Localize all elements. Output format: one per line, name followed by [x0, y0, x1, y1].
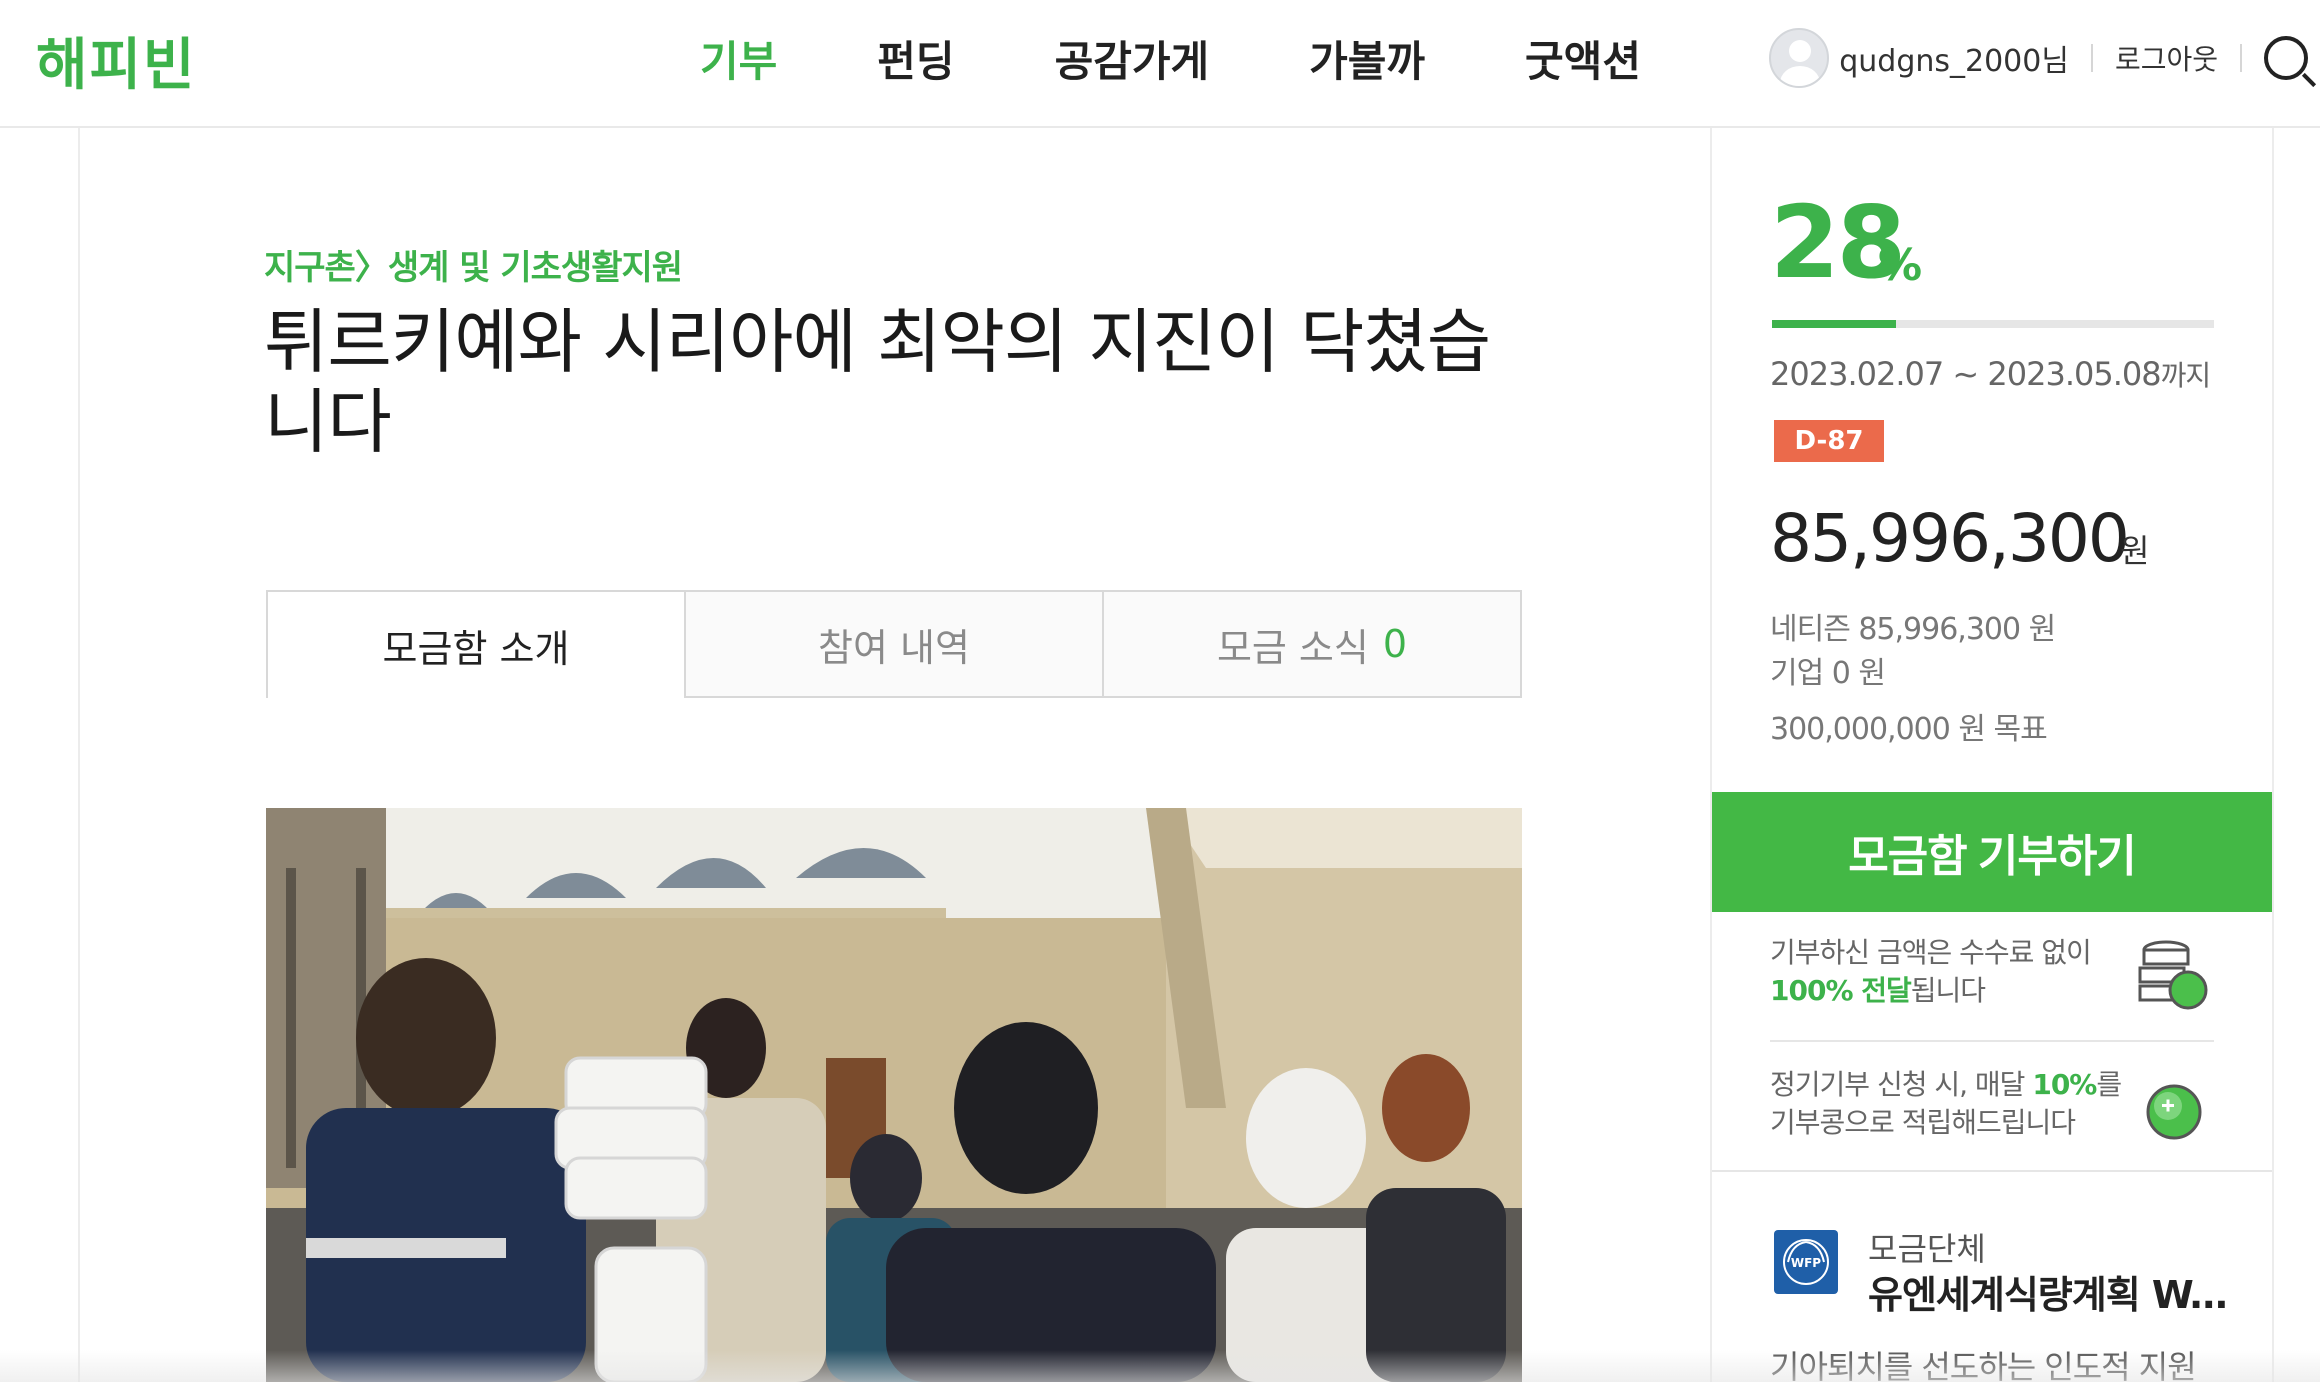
tab-bar: 모금함 소개 참여 내역 모금 소식 0 [266, 590, 1522, 698]
tab-label: 모금함 소개 [382, 626, 570, 671]
top-header: 해피빈 기부 펀딩 공감가게 가볼까 굿액션 qudgns_2000님 로그아웃 [0, 0, 2320, 128]
nav-item-empathy-store[interactable]: 공감가게 [1055, 28, 1210, 89]
nav-item-good-action[interactable]: 굿액션 [1525, 28, 1641, 89]
company-amount: 기업 0 원 [1770, 656, 1886, 691]
divider [1712, 1170, 2272, 1172]
bean-coin-plus-icon [2146, 1084, 2202, 1140]
donate-button[interactable]: 모금함 기부하기 [1712, 792, 2272, 912]
nav-item-lets-go[interactable]: 가볼까 [1309, 28, 1425, 89]
benefit-highlight: 10% [2032, 1068, 2097, 1101]
percent-unit: % [1878, 240, 1923, 291]
wfp-logo[interactable]: WFP [1774, 1230, 1838, 1294]
progress-fill [1772, 320, 1896, 328]
benefit-text: 정기기부 신청 시, 매달 [1770, 1068, 2033, 1101]
benefit-text: 를 [2096, 1068, 2122, 1101]
tab-label: 참여 내역 [818, 625, 970, 670]
raised-amount: 85,996,300 [1770, 500, 2130, 577]
period-dates: 2023.02.07 ~ 2023.05.08 [1770, 355, 2162, 393]
news-count: 0 [1382, 622, 1408, 666]
logout-link[interactable]: 로그아웃 [2115, 38, 2218, 78]
avatar[interactable] [1769, 28, 1830, 88]
divider [2240, 44, 2242, 72]
user-utility: qudgns_2000님 로그아웃 [1769, 26, 2320, 90]
username[interactable]: qudgns_2000님 [1839, 36, 2069, 80]
breadcrumb[interactable]: 지구촌〉생계 및 기초생활지원 [264, 240, 683, 289]
wfp-emblem-icon: WFP [1783, 1239, 1829, 1285]
benefit-highlight: 100% 전달 [1770, 974, 1912, 1007]
donation-summary-panel: 28 % 2023.02.07 ~ 2023.05.08까지 D-87 85,9… [1712, 128, 2274, 1382]
page-title: 튀르키예와 시리아에 최악의 지진이 닥쳤습니다 [264, 301, 1491, 463]
tab-participation[interactable]: 참여 내역 [686, 590, 1104, 698]
nav-item-funding[interactable]: 펀딩 [877, 28, 954, 89]
tab-news[interactable]: 모금 소식 0 [1104, 590, 1522, 698]
progress-bar [1772, 320, 2214, 328]
campaign-period: 2023.02.07 ~ 2023.05.08까지 [1770, 354, 2212, 394]
nav-item-donate[interactable]: 기부 [700, 28, 777, 89]
search-icon[interactable] [2264, 36, 2308, 80]
tab-introduction[interactable]: 모금함 소개 [266, 590, 686, 698]
dday-badge: D-87 [1774, 420, 1884, 462]
main-nav: 기부 펀딩 공감가게 가볼까 굿액션 [700, 28, 1741, 89]
tab-label: 모금 소식 [1216, 625, 1369, 670]
aid-distribution-photo [266, 808, 1522, 1382]
period-suffix: 까지 [2160, 359, 2212, 392]
benefit-text: 됩니다 [1910, 974, 1986, 1007]
wfp-logo-text: WFP [1791, 1256, 1821, 1270]
raised-amount-unit: 원 [2120, 532, 2150, 570]
hero-photo [266, 808, 1522, 1382]
site-logo[interactable]: 해피빈 [36, 20, 197, 101]
divider [2090, 44, 2093, 72]
org-name-link[interactable]: 유엔세계식량계획 W... [1868, 1264, 2228, 1319]
goal-amount: 300,000,000 원 목표 [1770, 712, 2048, 747]
divider [1770, 1040, 2214, 1042]
coin-stack-icon [2138, 940, 2208, 1010]
org-description: 기아퇴치를 선도하는 인도적 지원 [1770, 1348, 2197, 1382]
netizen-amount: 네티즌 85,996,300 원 [1770, 612, 2056, 647]
